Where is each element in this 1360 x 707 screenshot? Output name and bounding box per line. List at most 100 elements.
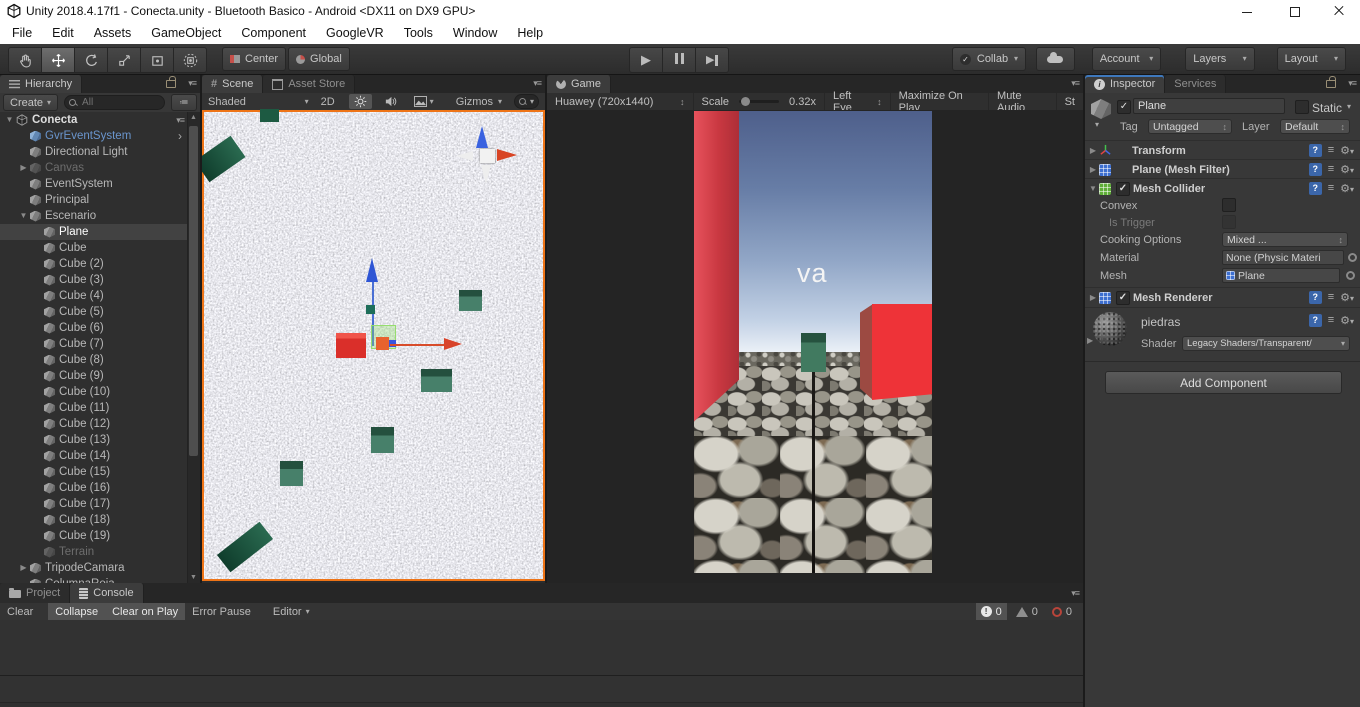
layout-dropdown[interactable]: Layout▾ xyxy=(1277,47,1346,71)
minimize-button[interactable] xyxy=(1230,0,1264,22)
is-trigger-checkbox[interactable]: ✓ xyxy=(1222,215,1236,229)
gear-icon[interactable]: ⚙▾ xyxy=(1340,144,1354,157)
static-checkbox[interactable]: ✓ xyxy=(1295,100,1309,114)
close-button[interactable] xyxy=(1322,0,1356,22)
tab-game[interactable]: Game xyxy=(547,75,611,93)
gizmos-dropdown[interactable]: Gizmos▾ xyxy=(450,93,508,110)
panel-menu-icon[interactable]: ▾≡ xyxy=(1348,78,1356,89)
component-enabled-checkbox[interactable]: ✓ xyxy=(1116,182,1130,196)
eye-dropdown[interactable]: Left Eye↕ xyxy=(825,93,891,110)
scroll-down-icon[interactable]: ▼ xyxy=(190,574,197,581)
tab-project[interactable]: Project xyxy=(0,583,70,603)
menu-item-assets[interactable]: Assets xyxy=(84,22,142,44)
static-dropdown-caret[interactable]: ▾ xyxy=(1347,103,1351,111)
hierarchy-item-columnaroja[interactable]: ColumnaRoja xyxy=(0,576,188,583)
disclosure-arrow[interactable]: ▼ xyxy=(1087,184,1099,193)
play-button[interactable]: ▶ xyxy=(629,47,662,73)
scene-cube-red[interactable] xyxy=(336,333,366,358)
hierarchy-item-cube-8[interactable]: Cube (8) xyxy=(0,352,188,368)
tab-console[interactable]: Console xyxy=(70,583,143,603)
gizmo-x-axis-line[interactable] xyxy=(390,344,448,346)
component-enabled-checkbox[interactable]: ✓ xyxy=(1116,291,1130,305)
filter-button[interactable]: ≔ xyxy=(171,94,197,111)
add-component-button[interactable]: Add Component xyxy=(1105,371,1342,394)
scene-cube-teal-small[interactable] xyxy=(366,305,375,314)
mesh-object-field[interactable]: Plane xyxy=(1222,268,1340,283)
mesh-filter-component-header[interactable]: ▶ Plane (Mesh Filter) ?≡⚙▾ xyxy=(1085,159,1360,179)
object-name-field[interactable] xyxy=(1133,98,1285,114)
active-checkbox[interactable]: ✓ xyxy=(1117,100,1131,114)
gear-icon[interactable]: ⚙▾ xyxy=(1340,182,1354,195)
scene-search[interactable]: ▾ xyxy=(514,94,539,109)
icon-dropdown-caret[interactable]: ▾ xyxy=(1095,121,1099,129)
disclosure-arrow[interactable]: ▶ xyxy=(1087,165,1099,174)
hierarchy-item-cube-9[interactable]: Cube (9) xyxy=(0,368,188,384)
scene-gizmo-right-arrow[interactable] xyxy=(497,149,517,161)
hierarchy-item-tripodecamara[interactable]: ▶TripodeCamara xyxy=(0,560,188,576)
convex-checkbox[interactable]: ✓ xyxy=(1222,198,1236,212)
scene-cube-green[interactable] xyxy=(459,290,482,311)
scroll-up-icon[interactable]: ▲ xyxy=(190,114,197,121)
help-icon[interactable]: ? xyxy=(1309,182,1322,195)
hierarchy-item-eventsystem[interactable]: EventSystem xyxy=(0,176,188,192)
scene-menu-icon[interactable]: ▾≡ xyxy=(176,112,184,128)
lock-icon[interactable] xyxy=(1326,80,1336,88)
scale-slider[interactable] xyxy=(737,93,781,110)
hierarchy-item-directional-light[interactable]: Directional Light xyxy=(0,144,188,160)
menu-item-tools[interactable]: Tools xyxy=(394,22,443,44)
preset-icon[interactable]: ≡ xyxy=(1328,163,1334,176)
space-toggle-button[interactable]: Global xyxy=(288,47,350,71)
gizmo-origin-cube[interactable] xyxy=(376,337,389,350)
hierarchy-item-cube-12[interactable]: Cube (12) xyxy=(0,416,188,432)
info-filter-toggle[interactable]: !0 xyxy=(976,603,1007,620)
tab-hierarchy[interactable]: Hierarchy xyxy=(0,75,82,93)
hierarchy-item-principal[interactable]: Principal xyxy=(0,192,188,208)
audio-toggle-icon[interactable] xyxy=(379,94,402,109)
console-log-area[interactable] xyxy=(0,620,1083,676)
step-button[interactable]: ▶ xyxy=(695,47,729,73)
tag-dropdown[interactable]: Untagged↕ xyxy=(1148,119,1232,134)
hierarchy-item-cube-6[interactable]: Cube (6) xyxy=(0,320,188,336)
lighting-toggle-icon[interactable] xyxy=(349,94,372,109)
hierarchy-scrollbar[interactable]: ▲ ▼ xyxy=(187,112,200,583)
clear-button[interactable]: Clear xyxy=(0,603,40,620)
disclosure-arrow[interactable]: ▼ xyxy=(17,208,30,224)
scene-viewport[interactable] xyxy=(202,110,545,581)
hierarchy-item-cube-10[interactable]: Cube (10) xyxy=(0,384,188,400)
help-icon[interactable]: ? xyxy=(1309,314,1322,327)
hierarchy-item-terrain[interactable]: Terrain xyxy=(0,544,188,560)
move-tool-icon[interactable] xyxy=(41,47,74,73)
lock-icon[interactable] xyxy=(166,80,176,88)
object-picker-icon[interactable] xyxy=(1348,253,1357,262)
warning-filter-toggle[interactable]: 0 xyxy=(1011,603,1043,620)
scene-cube-green[interactable] xyxy=(421,369,452,392)
disclosure-arrow[interactable]: ▶ xyxy=(1087,146,1099,155)
stats-toggle[interactable]: St xyxy=(1057,93,1083,110)
gizmo-x-axis-arrow[interactable] xyxy=(444,338,462,350)
panel-menu-icon[interactable]: ▾≡ xyxy=(188,78,196,89)
shader-dropdown[interactable]: Legacy Shaders/Transparent/▾ xyxy=(1182,336,1350,351)
editor-dropdown[interactable]: Editor▾ xyxy=(266,603,317,620)
pause-button[interactable] xyxy=(662,47,695,73)
hierarchy-item-canvas[interactable]: ▶Canvas xyxy=(0,160,188,176)
gear-icon[interactable]: ⚙▾ xyxy=(1340,314,1354,327)
hierarchy-item-plane[interactable]: Plane xyxy=(0,224,188,240)
error-pause-toggle[interactable]: Error Pause xyxy=(185,603,258,620)
scene-gizmo-up-arrow[interactable] xyxy=(476,126,488,148)
preset-icon[interactable]: ≡ xyxy=(1328,182,1334,195)
disclosure-arrow[interactable]: ▶ xyxy=(1087,293,1099,302)
scale-tool-icon[interactable] xyxy=(107,47,140,73)
mesh-renderer-component-header[interactable]: ▶ ✓ Mesh Renderer ?≡⚙▾ xyxy=(1085,287,1360,307)
gear-icon[interactable]: ⚙▾ xyxy=(1340,163,1354,176)
rect-tool-icon[interactable] xyxy=(140,47,173,73)
hierarchy-item-cube[interactable]: Cube xyxy=(0,240,188,256)
layers-dropdown[interactable]: Layers▾ xyxy=(1185,47,1254,71)
hierarchy-item-cube-7[interactable]: Cube (7) xyxy=(0,336,188,352)
help-icon[interactable]: ? xyxy=(1309,291,1322,304)
scene-gizmo-left-arrow[interactable] xyxy=(456,151,473,161)
hierarchy-item-cube-19[interactable]: Cube (19) xyxy=(0,528,188,544)
hierarchy-item-cube-18[interactable]: Cube (18) xyxy=(0,512,188,528)
menu-item-help[interactable]: Help xyxy=(507,22,553,44)
scene-cube-green[interactable] xyxy=(280,461,303,486)
panel-menu-icon[interactable]: ▾≡ xyxy=(1071,78,1079,89)
